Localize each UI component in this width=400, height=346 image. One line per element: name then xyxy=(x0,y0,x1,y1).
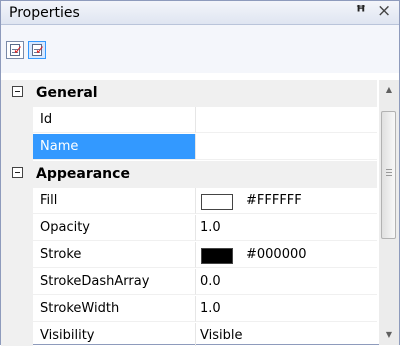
property-name: Id xyxy=(33,107,196,133)
vertical-scrollbar[interactable]: ▲ ▼ xyxy=(379,80,399,345)
property-value-input[interactable]: #FFFFFF xyxy=(196,188,377,214)
property-row-strokewidth[interactable]: StrokeWidth 1.0 xyxy=(1,296,377,323)
property-value-input[interactable] xyxy=(196,134,377,160)
row-gutter xyxy=(1,242,33,269)
pin-icon[interactable]: ꟸ xyxy=(356,2,366,21)
category-general[interactable]: General xyxy=(1,80,377,107)
property-name: StrokeDashArray xyxy=(33,269,196,295)
property-name: Name xyxy=(33,134,196,160)
properties-panel: Properties ꟸ × ✓ ✓ General Id Name Appea… xyxy=(0,0,400,346)
check-mark-icon: ✓ xyxy=(13,43,24,57)
property-value-input[interactable]: Visible xyxy=(196,323,377,346)
property-row-fill[interactable]: Fill #FFFFFF xyxy=(1,188,377,215)
property-name: Stroke xyxy=(33,242,196,268)
property-value-input[interactable]: #000000 xyxy=(196,242,377,268)
close-icon[interactable]: × xyxy=(377,1,391,21)
scroll-down-arrow-icon[interactable]: ▼ xyxy=(379,325,399,345)
category-label: General xyxy=(36,85,98,101)
property-value-input[interactable]: 0.0 xyxy=(196,269,377,295)
property-name: StrokeWidth xyxy=(33,296,196,322)
row-gutter xyxy=(1,134,33,161)
alphabetical-view-button[interactable]: ✓ xyxy=(28,41,46,59)
properties-toolbar: ✓ ✓ xyxy=(1,25,399,73)
row-gutter xyxy=(1,107,33,134)
collapse-icon[interactable] xyxy=(12,167,23,178)
grip-line xyxy=(386,172,392,173)
grip-line xyxy=(386,169,392,170)
property-row-opacity[interactable]: Opacity 1.0 xyxy=(1,215,377,242)
panel-titlebar: Properties ꟸ × xyxy=(1,1,399,25)
property-row-strokedasharray[interactable]: StrokeDashArray 0.0 xyxy=(1,269,377,296)
scrollbar-thumb[interactable] xyxy=(381,111,396,239)
row-gutter xyxy=(1,296,33,323)
color-value: #000000 xyxy=(246,247,307,262)
category-label: Appearance xyxy=(36,166,130,182)
collapse-icon[interactable] xyxy=(12,86,23,97)
row-gutter xyxy=(1,269,33,296)
property-row-name[interactable]: Name xyxy=(1,134,377,161)
property-value-input[interactable] xyxy=(196,107,377,133)
property-row-id[interactable]: Id xyxy=(1,107,377,134)
categorized-view-button[interactable]: ✓ xyxy=(6,41,24,59)
color-swatch[interactable] xyxy=(201,248,233,264)
property-grid: General Id Name Appearance Fill #FFFFFF xyxy=(1,80,377,346)
color-value: #FFFFFF xyxy=(246,193,302,208)
check-mark-icon: ✓ xyxy=(35,43,46,57)
property-value-input[interactable]: 1.0 xyxy=(196,215,377,241)
category-appearance[interactable]: Appearance xyxy=(1,161,377,188)
color-swatch[interactable] xyxy=(201,194,233,210)
property-row-visibility[interactable]: Visibility Visible xyxy=(1,323,377,346)
row-gutter xyxy=(1,188,33,215)
property-name: Visibility xyxy=(33,323,196,346)
row-gutter xyxy=(1,215,33,242)
row-gutter xyxy=(1,323,33,346)
property-value-input[interactable]: 1.0 xyxy=(196,296,377,322)
property-row-stroke[interactable]: Stroke #000000 xyxy=(1,242,377,269)
scroll-up-arrow-icon[interactable]: ▲ xyxy=(379,80,399,100)
panel-title: Properties xyxy=(9,5,80,21)
property-name: Fill xyxy=(33,188,196,214)
grip-line xyxy=(386,175,392,176)
property-name: Opacity xyxy=(33,215,196,241)
